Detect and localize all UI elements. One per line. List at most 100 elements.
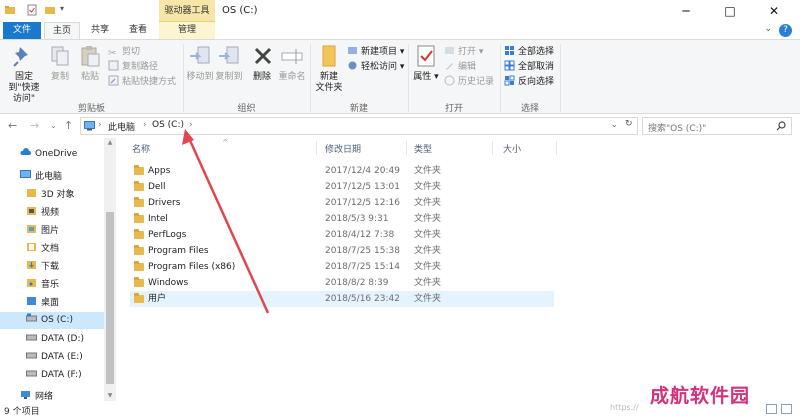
scissors-icon: ✂ xyxy=(108,48,117,59)
scroll-thumb[interactable] xyxy=(106,212,114,384)
pin-icon xyxy=(13,47,28,67)
breadcrumb-drive-c[interactable]: OS (C:) xyxy=(152,120,184,130)
new-item-button[interactable]: 新建项目 ▾ xyxy=(347,45,404,59)
breadcrumb-this-pc[interactable]: 此电脑 xyxy=(108,120,135,133)
nav-item-desktop[interactable]: 桌面 xyxy=(0,295,104,312)
search-input[interactable]: 搜索"OS (C:)" xyxy=(642,117,792,135)
address-dropdown-icon[interactable]: ⌄ xyxy=(611,120,618,129)
new-folder-button[interactable]: 新建 文件夹 xyxy=(313,43,345,94)
music-icon xyxy=(27,279,36,287)
new-folder-quick-icon[interactable] xyxy=(44,4,56,16)
navigation-scrollbar[interactable]: ▲ ▼ xyxy=(104,138,116,401)
table-row[interactable]: Windows 2018/8/2 8:39 文件夹 xyxy=(130,275,554,291)
properties-button[interactable]: 属性 ▾ xyxy=(412,43,440,83)
scroll-up-icon[interactable]: ▲ xyxy=(104,138,116,148)
rename-button[interactable]: 重命名 xyxy=(278,43,306,83)
select-all-icon xyxy=(505,46,514,55)
nav-item-downloads[interactable]: 下载 xyxy=(0,259,104,276)
select-none-button[interactable]: 全部取消 xyxy=(504,60,554,74)
cut-button[interactable]: ✂ 剪切 xyxy=(108,45,140,59)
network-icon xyxy=(21,391,30,399)
nav-item-drive-c[interactable]: OS (C:) xyxy=(0,312,104,329)
recent-locations-icon[interactable]: ⌄ xyxy=(50,121,57,130)
nav-item-drive-d[interactable]: DATA (D:) xyxy=(0,331,104,348)
scroll-down-icon[interactable]: ▼ xyxy=(104,391,116,401)
nav-item-music[interactable]: 音乐 xyxy=(0,277,104,294)
nav-item-pictures[interactable]: 图片 xyxy=(0,223,104,240)
copy-path-button[interactable]: 复制路径 xyxy=(108,60,158,74)
paste-icon xyxy=(81,46,100,67)
column-header-size[interactable]: 大小 xyxy=(503,143,521,159)
delete-x-icon xyxy=(254,47,272,65)
column-divider[interactable] xyxy=(556,141,557,155)
title-bar: ▾ 驱动器工具 OS (C:) ─ □ ✕ xyxy=(0,0,800,22)
maximize-button[interactable]: □ xyxy=(708,0,752,22)
copy-button[interactable]: 复制 xyxy=(47,43,73,83)
table-row[interactable]: Dell 2017/12/5 13:01 文件夹 xyxy=(130,179,554,195)
paste-button[interactable]: 粘贴 xyxy=(77,43,103,83)
delete-button[interactable]: 删除 xyxy=(250,43,274,83)
tab-home[interactable]: 主页 xyxy=(44,22,80,39)
properties-quick-icon[interactable] xyxy=(26,4,38,16)
column-divider[interactable] xyxy=(406,141,407,155)
select-all-button[interactable]: 全部选择 xyxy=(504,45,554,59)
paste-shortcut-button[interactable]: 粘贴快捷方式 xyxy=(108,75,176,89)
column-header-type[interactable]: 类型 xyxy=(414,143,432,159)
refresh-icon[interactable]: ↻ xyxy=(625,119,633,129)
table-row[interactable]: Program Files 2018/7/25 15:38 文件夹 xyxy=(130,243,554,259)
help-icon[interactable]: ? xyxy=(779,24,792,37)
navigation-bar: ← → ⌄ ↑ › 此电脑 › OS (C:) › ⌄ ↻ 搜索"OS (C:)… xyxy=(0,114,800,138)
tab-file[interactable]: 文件 xyxy=(3,22,41,39)
nav-item-3d-objects[interactable]: 3D 对象 xyxy=(0,187,104,204)
invert-selection-button[interactable]: 反向选择 xyxy=(504,75,554,89)
minimize-button[interactable]: ─ xyxy=(664,0,708,22)
tab-share[interactable]: 共享 xyxy=(82,22,118,39)
table-row[interactable]: Program Files (x86) 2018/7/25 15:14 文件夹 xyxy=(130,259,554,275)
nav-item-documents[interactable]: 文档 xyxy=(0,241,104,258)
select-none-icon xyxy=(504,60,515,71)
forward-arrow-icon[interactable]: → xyxy=(30,119,39,132)
history-button[interactable]: 历史记录 xyxy=(444,75,494,89)
nav-item-drive-e[interactable]: DATA (E:) xyxy=(0,349,104,366)
nav-item-this-pc[interactable]: 此电脑 xyxy=(0,169,104,186)
ribbon-tabs: 文件 主页 共享 查看 管理 ⌄ ? xyxy=(0,22,800,39)
documents-icon xyxy=(27,243,36,251)
ribbon-home: 固定到"快速访问" 复制 粘贴 ✂ 剪切 复制路径 粘贴快捷方式 剪贴板 移动到 … xyxy=(0,39,800,114)
ribbon-collapse-icon[interactable]: ⌄ xyxy=(764,24,772,34)
quick-access-dropdown-icon[interactable]: ▾ xyxy=(60,4,72,16)
column-divider[interactable] xyxy=(492,141,493,155)
item-count: 9 个项目 xyxy=(4,407,40,417)
folder-icon xyxy=(134,213,144,223)
column-header-name[interactable]: 名称 xyxy=(132,143,150,159)
sort-up-icon: ^ xyxy=(222,138,229,147)
large-icons-view-icon[interactable] xyxy=(781,404,792,414)
up-arrow-icon[interactable]: ↑ xyxy=(64,119,73,132)
pin-quick-access-button[interactable]: 固定到"快速访问" xyxy=(4,43,44,105)
back-arrow-icon[interactable]: ← xyxy=(8,119,17,132)
nav-item-videos[interactable]: 视频 xyxy=(0,205,104,222)
move-to-button[interactable]: 移动到 xyxy=(186,43,214,83)
new-folder-icon xyxy=(322,45,336,67)
address-bar[interactable]: › 此电脑 › OS (C:) › ⌄ ↻ xyxy=(80,117,638,135)
details-view-icon[interactable] xyxy=(766,404,777,414)
table-row[interactable]: PerfLogs 2018/4/12 7:38 文件夹 xyxy=(130,227,554,243)
table-row[interactable]: Drivers 2017/12/5 12:16 文件夹 xyxy=(130,195,554,211)
new-item-icon xyxy=(348,47,357,54)
edit-button[interactable]: 编辑 xyxy=(444,60,476,74)
open-button[interactable]: 打开 ▾ xyxy=(444,45,483,59)
nav-item-onedrive[interactable]: OneDrive xyxy=(0,146,104,163)
table-row[interactable]: Intel 2018/5/3 9:31 文件夹 xyxy=(130,211,554,227)
folder-icon xyxy=(134,245,144,255)
column-divider[interactable] xyxy=(316,141,317,155)
folder-icon xyxy=(134,293,144,303)
copy-to-button[interactable]: 复制到 xyxy=(215,43,243,83)
close-button[interactable]: ✕ xyxy=(752,0,796,22)
tab-manage[interactable]: 管理 xyxy=(159,22,215,39)
explorer-app-icon[interactable] xyxy=(4,4,16,16)
table-row[interactable]: Apps 2017/12/4 20:49 文件夹 xyxy=(130,163,554,179)
nav-item-drive-f[interactable]: DATA (F:) xyxy=(0,367,104,384)
table-row[interactable]: 用户 2018/5/16 23:42 文件夹 xyxy=(130,291,554,307)
column-header-date[interactable]: 修改日期 xyxy=(325,143,361,159)
easy-access-button[interactable]: 轻松访问 ▾ xyxy=(347,60,404,74)
tab-view[interactable]: 查看 xyxy=(120,22,156,39)
